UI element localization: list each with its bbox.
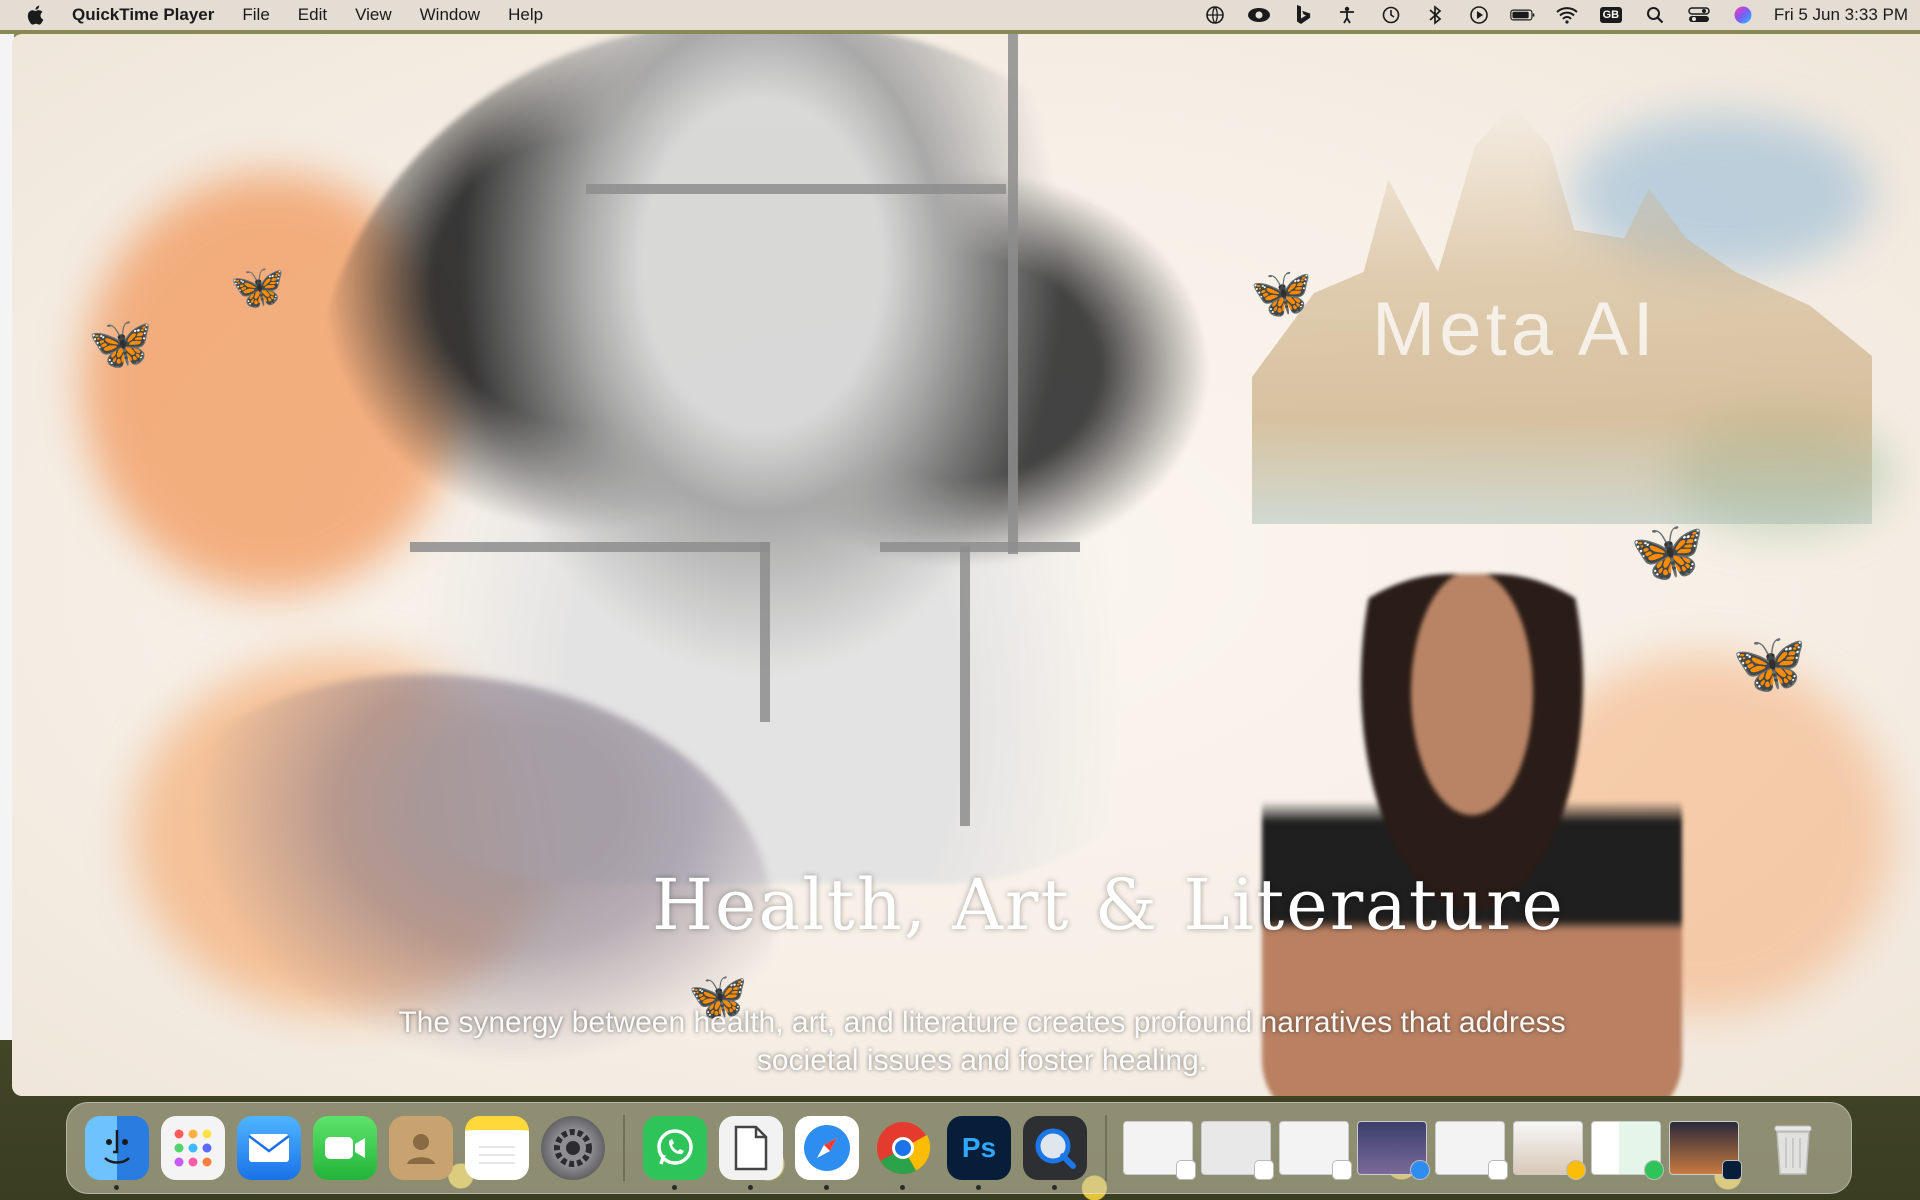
photoshop-icon[interactable]: Ps: [947, 1116, 1011, 1190]
quicktime-icon[interactable]: [1023, 1116, 1087, 1190]
menu-help[interactable]: Help: [508, 5, 543, 25]
frame-line: [1008, 34, 1018, 554]
butterfly-icon: 🦋: [1250, 265, 1313, 321]
battery-icon[interactable]: [1510, 4, 1536, 26]
quicktime-video-window[interactable]: 🦋 🦋 🦋 🦋 🦋 🦋 Meta AI Health, Art & Litera…: [12, 34, 1920, 1096]
control-center-icon[interactable]: [1686, 4, 1712, 26]
chrome-icon[interactable]: [871, 1116, 935, 1190]
minimized-window-thumbnail[interactable]: [1201, 1121, 1274, 1180]
minimized-window-thumbnail[interactable]: [1357, 1121, 1430, 1180]
butterfly-icon: 🦋: [230, 263, 285, 312]
accessibility-icon[interactable]: [1334, 4, 1360, 26]
frame-line: [760, 542, 770, 722]
globe-icon[interactable]: [1202, 4, 1228, 26]
dock-separator: [623, 1115, 625, 1181]
dock: Ps: [66, 1102, 1852, 1194]
minimized-window-thumbnail[interactable]: [1591, 1121, 1664, 1180]
spotlight-search-icon[interactable]: [1642, 4, 1668, 26]
menu-edit[interactable]: Edit: [298, 5, 327, 25]
wifi-icon[interactable]: [1554, 4, 1580, 26]
apple-logo-icon[interactable]: [22, 4, 48, 26]
minimized-window-thumbnail[interactable]: [1513, 1121, 1586, 1180]
butterfly-icon: 🦋: [1630, 518, 1705, 585]
launchpad-icon[interactable]: [161, 1116, 225, 1180]
preview-icon[interactable]: [719, 1116, 783, 1190]
menu-window[interactable]: Window: [420, 5, 480, 25]
minimized-window-thumbnail[interactable]: [1669, 1121, 1742, 1180]
video-headline: Health, Art & Literature: [652, 864, 1565, 946]
menu-file[interactable]: File: [242, 5, 269, 25]
trash-icon[interactable]: [1761, 1116, 1825, 1180]
time-machine-icon[interactable]: [1378, 4, 1404, 26]
dock-separator: [1105, 1115, 1107, 1181]
bing-icon[interactable]: [1290, 4, 1316, 26]
safari-icon[interactable]: [795, 1116, 859, 1190]
meta-ai-watermark: Meta AI: [1372, 287, 1658, 372]
contacts-icon[interactable]: [389, 1116, 453, 1180]
siri-icon[interactable]: [1730, 4, 1756, 26]
whatsapp-icon[interactable]: [643, 1116, 707, 1190]
menu-view[interactable]: View: [355, 5, 392, 25]
facetime-icon[interactable]: [313, 1116, 377, 1180]
play-icon[interactable]: [1466, 4, 1492, 26]
butterfly-icon: 🦋: [88, 315, 153, 373]
menu-bar: QuickTime Player File Edit View Window H…: [0, 0, 1920, 30]
minimized-window-thumbnail[interactable]: [1123, 1121, 1196, 1180]
mail-icon[interactable]: [237, 1116, 301, 1180]
frame-line: [960, 546, 970, 826]
menu-app-name[interactable]: QuickTime Player: [72, 5, 214, 25]
settings-icon[interactable]: [541, 1116, 605, 1180]
finder-icon[interactable]: [85, 1116, 149, 1190]
minimized-window-thumbnail[interactable]: [1435, 1121, 1508, 1180]
butterfly-icon: 🦋: [1732, 630, 1807, 697]
status-area: GB Fri 5 Jun 3:33 PM: [1202, 4, 1908, 26]
frame-line: [410, 542, 770, 552]
bluetooth-icon[interactable]: [1422, 4, 1448, 26]
frame-line: [586, 184, 1006, 194]
eye-icon[interactable]: [1246, 4, 1272, 26]
menu-bar-clock[interactable]: Fri 5 Jun 3:33 PM: [1774, 5, 1908, 25]
notes-icon[interactable]: [465, 1116, 529, 1180]
input-source-icon[interactable]: GB: [1598, 4, 1624, 26]
frame-line: [880, 542, 1080, 552]
video-subtitle: The synergy between health, art, and lit…: [398, 1006, 1566, 1077]
minimized-window-thumbnail[interactable]: [1279, 1121, 1352, 1180]
